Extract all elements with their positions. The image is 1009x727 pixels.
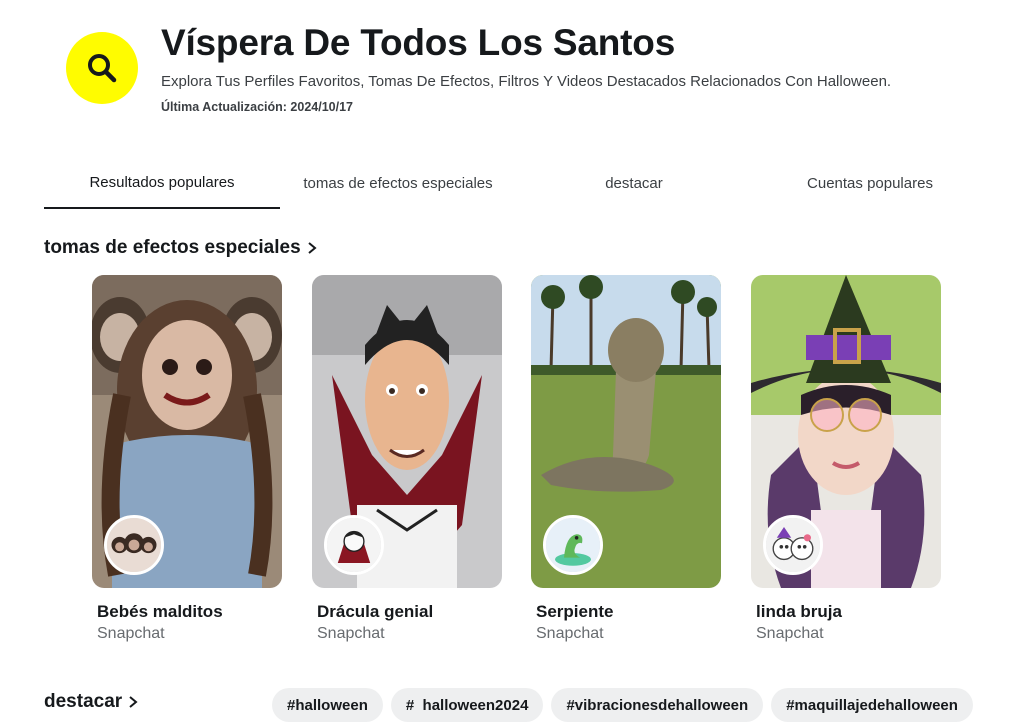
effects-section-link[interactable]: tomas de efectos especiales xyxy=(44,237,317,259)
tab-popular-accounts[interactable]: Cuentas populares xyxy=(752,158,988,208)
effect-title: Serpiente xyxy=(536,602,614,621)
effect-card[interactable]: Serpiente Snapchat xyxy=(531,275,721,643)
effect-creator: Snapchat xyxy=(756,625,824,642)
hashtag-chips: #halloween # halloween2024 #vibracionesd… xyxy=(272,688,973,722)
hashtag-chip[interactable]: # halloween2024 xyxy=(390,688,544,722)
effect-thumbnail xyxy=(312,275,502,588)
tab-bar: Resultados populares tomas de efectos es… xyxy=(44,158,989,210)
hashtag-chip[interactable]: #maquillajedehalloween xyxy=(771,688,973,722)
chevron-right-icon xyxy=(129,696,138,708)
effect-card[interactable]: Bebés malditos Snapchat xyxy=(92,275,282,643)
search-badge[interactable] xyxy=(66,32,138,104)
tab-effects[interactable]: tomas de efectos especiales xyxy=(280,158,516,208)
effects-card-row: Bebés malditos Snapchat Drácula genial S… xyxy=(92,275,942,655)
effect-title: Bebés malditos xyxy=(97,602,223,621)
effect-thumbnail xyxy=(751,275,941,588)
creator-avatar xyxy=(104,515,164,575)
tab-popular-results[interactable]: Resultados populares xyxy=(44,158,280,209)
hashtag-chip[interactable]: #vibracionesdehalloween xyxy=(551,688,764,722)
last-updated: Última Actualización: 2024/10/17 xyxy=(161,100,353,114)
page-header: Víspera De Todos Los Santos Explora Tus … xyxy=(66,22,996,122)
effect-title: Drácula genial xyxy=(317,602,434,621)
creator-avatar xyxy=(543,515,603,575)
hashtag-chip[interactable]: #halloween xyxy=(272,688,383,722)
tab-highlight[interactable]: destacar xyxy=(516,158,752,208)
creator-avatar xyxy=(763,515,823,575)
page-subtitle: Explora Tus Perfiles Favoritos, Tomas De… xyxy=(161,73,892,90)
effect-creator: Snapchat xyxy=(97,625,165,642)
effect-card[interactable]: linda bruja Snapchat xyxy=(751,275,941,643)
effect-creator: Snapchat xyxy=(317,625,385,642)
effect-title: linda bruja xyxy=(756,602,842,621)
effect-thumbnail xyxy=(531,275,721,588)
effect-card[interactable]: Drácula genial Snapchat xyxy=(312,275,502,643)
effect-creator: Snapchat xyxy=(536,625,604,642)
highlight-section-link[interactable]: destacar xyxy=(44,691,138,713)
effect-thumbnail xyxy=(92,275,282,588)
creator-avatar xyxy=(324,515,384,575)
effects-section-title: tomas de efectos especiales xyxy=(44,237,301,258)
page-title: Víspera De Todos Los Santos xyxy=(161,22,676,63)
highlight-section-title: destacar xyxy=(44,691,123,712)
search-icon xyxy=(88,54,117,83)
chevron-right-icon xyxy=(308,242,317,254)
